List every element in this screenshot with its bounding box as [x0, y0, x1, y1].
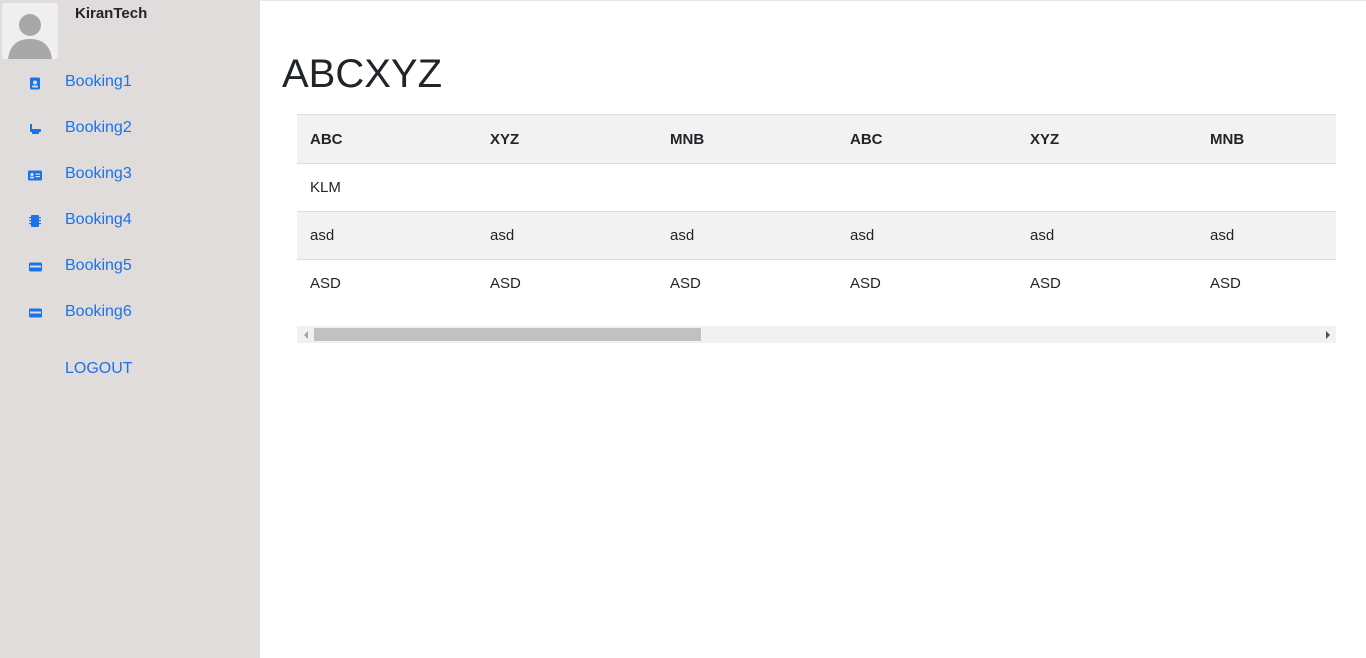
table-cell: ASD	[1017, 259, 1197, 308]
bath-icon	[28, 122, 42, 136]
table-row: asd asd asd asd asd asd	[297, 211, 1336, 260]
column-header[interactable]: ABC	[297, 114, 477, 164]
scroll-left-arrow-icon[interactable]	[297, 326, 314, 343]
table-cell	[657, 163, 837, 212]
table-cell	[837, 163, 1017, 212]
sidebar-item-booking3[interactable]: Booking3	[0, 152, 260, 198]
credit-card-icon	[28, 306, 42, 320]
column-header[interactable]: MNB	[657, 114, 837, 164]
credit-card-icon	[28, 260, 42, 274]
sidebar-item-booking4[interactable]: Booking4	[0, 198, 260, 244]
table-cell	[1017, 163, 1197, 212]
sidebar-item-booking5[interactable]: Booking5	[0, 244, 260, 290]
sidebar: KiranTech Booking1 Booking2 Booking3 Boo…	[0, 0, 260, 658]
logout-link[interactable]: LOGOUT	[65, 360, 133, 378]
table-container: ABC XYZ MNB ABC XYZ MNB KLM asd asd asd …	[297, 114, 1336, 343]
sidebar-item-booking2[interactable]: Booking2	[0, 106, 260, 152]
sidebar-item-label: Booking1	[65, 73, 132, 90]
id-card-icon	[28, 168, 42, 182]
column-header[interactable]: ABC	[837, 114, 1017, 164]
table-cell: ASD	[1197, 259, 1336, 308]
scroll-right-arrow-icon[interactable]	[1319, 326, 1336, 343]
table-cell: ASD	[477, 259, 657, 308]
avatar	[2, 3, 58, 59]
table-row: KLM	[297, 163, 1336, 212]
sidebar-item-label: Booking2	[65, 119, 132, 136]
table-cell	[1197, 163, 1336, 212]
microchip-icon	[28, 214, 42, 228]
table-cell: ASD	[837, 259, 1017, 308]
table-cell: asd	[477, 211, 657, 260]
table-cell: asd	[1197, 211, 1336, 260]
table-cell: KLM	[297, 163, 477, 212]
sidebar-item-booking1[interactable]: Booking1	[0, 60, 260, 106]
table-cell: asd	[657, 211, 837, 260]
page-title: ABCXYZ	[282, 52, 443, 96]
column-header[interactable]: XYZ	[1017, 114, 1197, 164]
sidebar-item-booking6[interactable]: Booking6	[0, 290, 260, 336]
table-cell: asd	[837, 211, 1017, 260]
column-header[interactable]: XYZ	[477, 114, 657, 164]
column-header[interactable]: MNB	[1197, 114, 1336, 164]
username: KiranTech	[75, 5, 148, 22]
sidebar-item-label: Booking3	[65, 165, 132, 182]
sidebar-item-label: Booking5	[65, 257, 132, 274]
data-table: ABC XYZ MNB ABC XYZ MNB KLM asd asd asd …	[297, 114, 1336, 308]
table-row: ASD ASD ASD ASD ASD ASD	[297, 259, 1336, 308]
table-cell: ASD	[657, 259, 837, 308]
table-header-row: ABC XYZ MNB ABC XYZ MNB	[297, 114, 1336, 164]
table-cell: asd	[1017, 211, 1197, 260]
user-avatar-icon	[2, 3, 58, 59]
scrollbar-thumb[interactable]	[314, 328, 701, 341]
sidebar-item-label: Booking4	[65, 211, 132, 228]
table-cell	[477, 163, 657, 212]
table-cell: ASD	[297, 259, 477, 308]
horizontal-scrollbar[interactable]	[297, 326, 1336, 343]
sidebar-item-label: Booking6	[65, 303, 132, 320]
id-badge-icon	[28, 76, 42, 90]
table-cell: asd	[297, 211, 477, 260]
main-content: ABCXYZ ABC XYZ MNB ABC XYZ MNB KLM asd a…	[260, 0, 1366, 658]
